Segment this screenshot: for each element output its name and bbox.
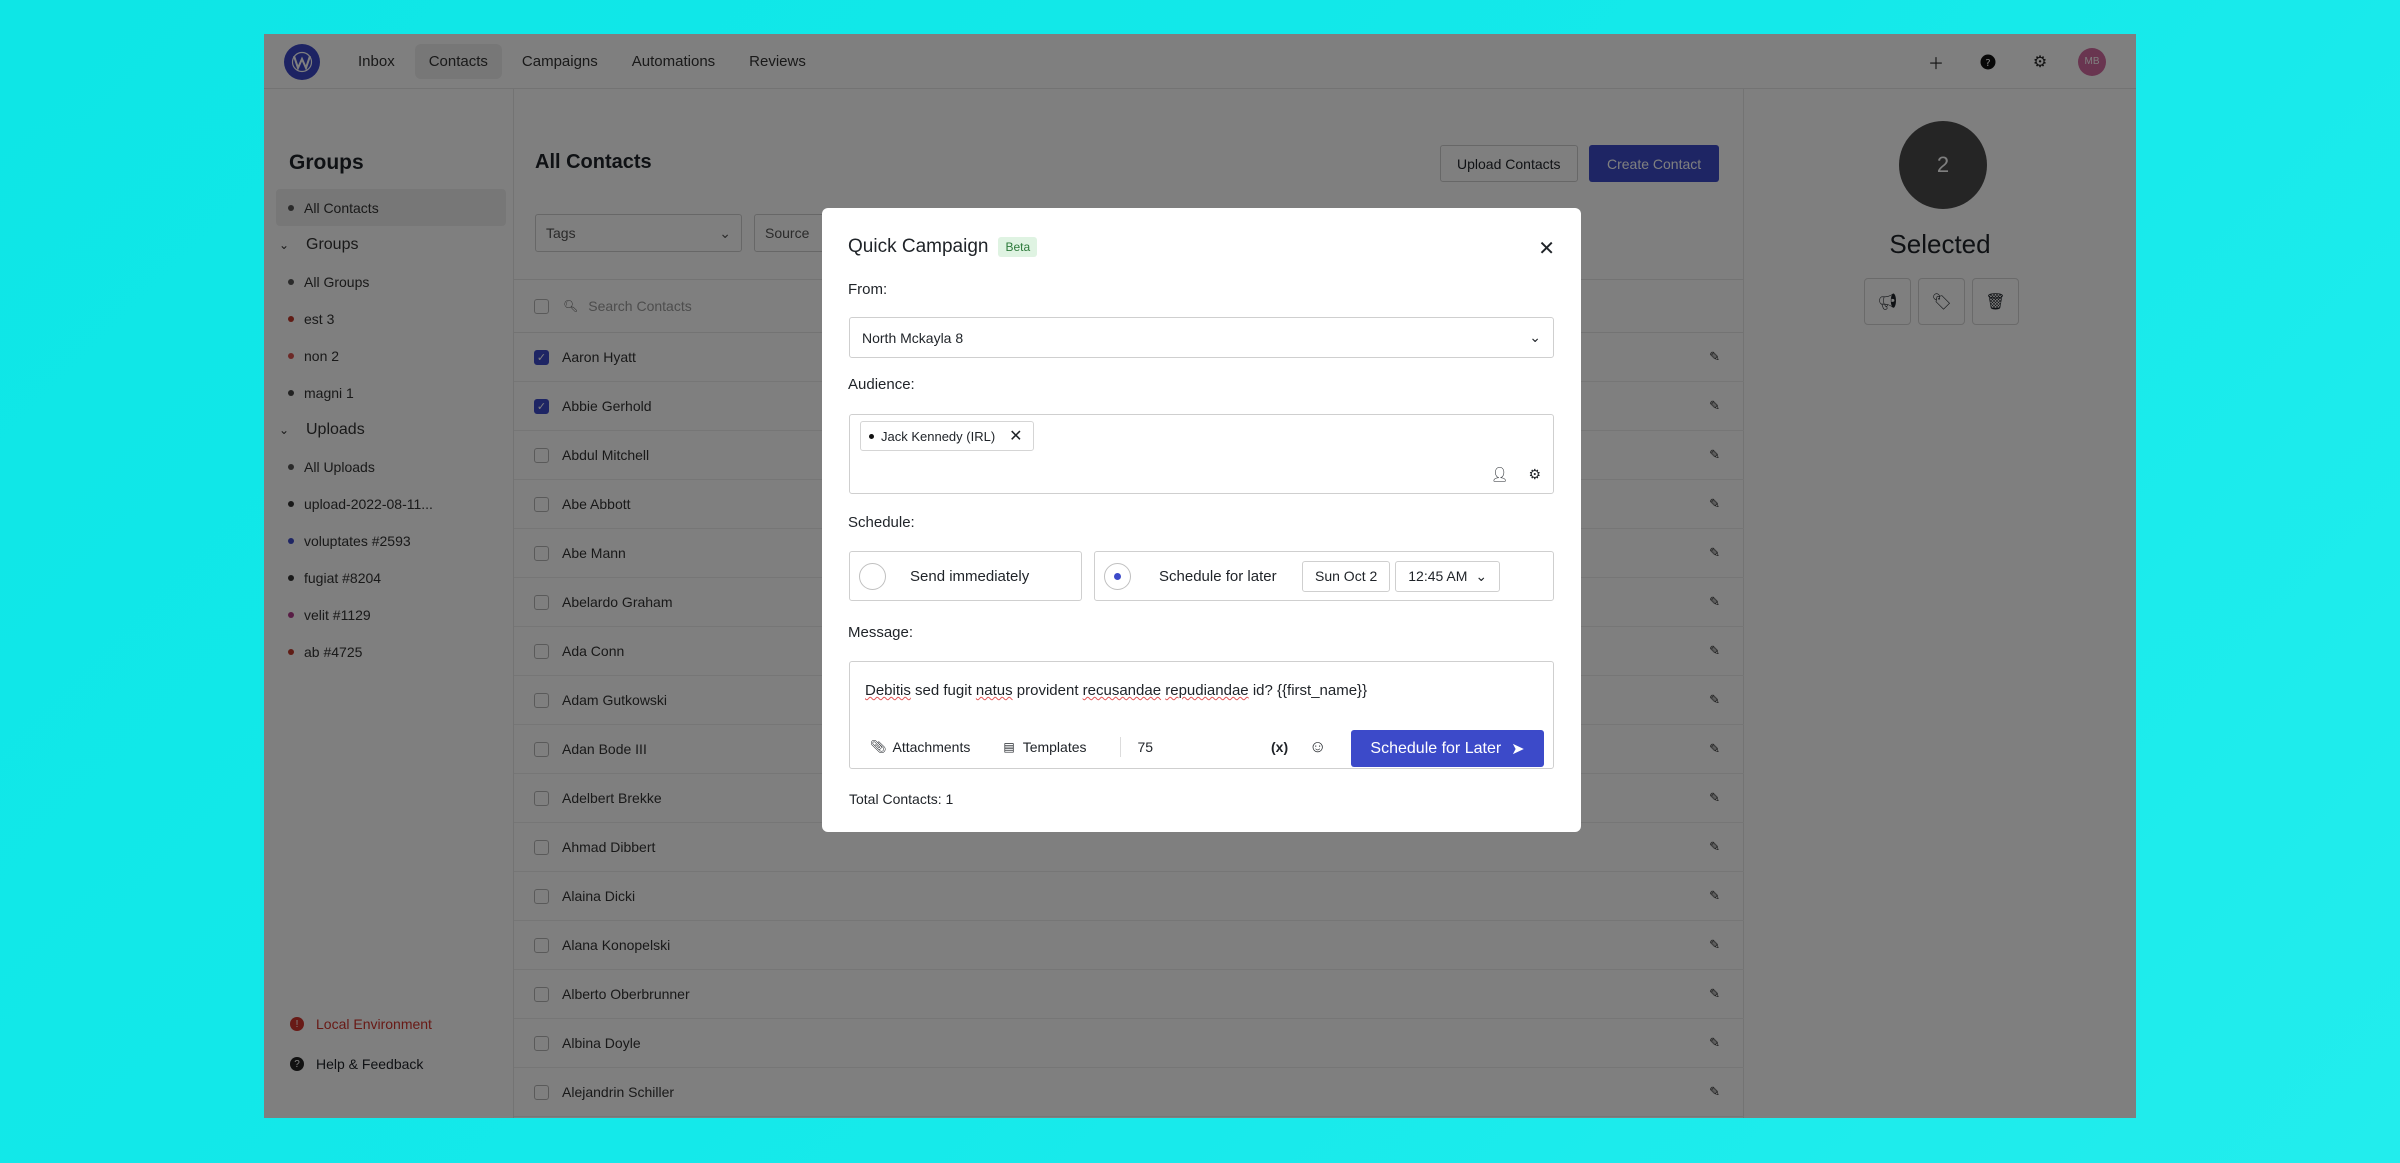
emoji-icon[interactable]: ☺ bbox=[1309, 737, 1326, 757]
from-select-value: North Mckayla 8 bbox=[862, 329, 964, 346]
message-text[interactable]: Debitis sed fugit natus provident recusa… bbox=[865, 682, 1367, 699]
message-label: Message: bbox=[848, 624, 914, 641]
schedule-later-option[interactable]: Schedule for later Sun Oct 2 12:45 AM ⌄ bbox=[1094, 551, 1554, 601]
paperclip-icon: 📎︎ bbox=[870, 739, 887, 754]
message-word: Debitis bbox=[865, 682, 911, 699]
quick-campaign-modal: Quick Campaign Beta ✕ From: North Mckayl… bbox=[822, 208, 1581, 832]
message-word: recusandae bbox=[1082, 682, 1162, 699]
chevron-down-icon: ⌄ bbox=[1475, 567, 1488, 584]
message-editor[interactable]: Debitis sed fugit natus provident recusa… bbox=[849, 661, 1554, 769]
modal-title: Quick Campaign Beta bbox=[848, 236, 1038, 258]
filter-sliders-icon[interactable]: ⚙︎ bbox=[1528, 466, 1541, 483]
schedule-label: Schedule: bbox=[848, 514, 915, 531]
send-button-label: Schedule for Later bbox=[1370, 739, 1502, 757]
schedule-for-later-button[interactable]: Schedule for Later ➤ bbox=[1351, 730, 1544, 767]
schedule-later-radio[interactable] bbox=[1104, 562, 1131, 590]
message-word: sed fugit bbox=[910, 682, 976, 699]
templates-label: Templates bbox=[1022, 739, 1087, 755]
message-word: repudiandae bbox=[1165, 682, 1249, 699]
date-picker[interactable]: Sun Oct 2 bbox=[1302, 560, 1391, 592]
message-toolbar: 📎︎ Attachments ▤ Templates 75 (x) ☺ Sche… bbox=[850, 725, 1553, 769]
message-word: provident bbox=[1012, 682, 1083, 699]
radio-selected-dot bbox=[1114, 572, 1121, 580]
total-contacts: Total Contacts: 1 bbox=[849, 791, 954, 807]
toolbar-divider bbox=[1119, 737, 1121, 757]
from-select[interactable]: North Mckayla 8 ⌄ bbox=[849, 317, 1554, 358]
attachments-button[interactable]: 📎︎ Attachments bbox=[870, 739, 970, 755]
template-icon: ▤ bbox=[1003, 740, 1015, 754]
audience-label: Audience: bbox=[848, 376, 915, 393]
dot-icon bbox=[869, 433, 874, 439]
schedule-later-label: Schedule for later bbox=[1159, 567, 1277, 585]
send-immediately-option[interactable]: Send immediately bbox=[849, 551, 1082, 601]
char-count: 75 bbox=[1137, 739, 1154, 755]
modal-title-text: Quick Campaign bbox=[848, 236, 989, 257]
from-label: From: bbox=[848, 281, 888, 298]
audience-field[interactable]: Jack Kennedy (IRL) ✕ 👤︎ ⚙︎ bbox=[849, 414, 1554, 494]
variable-icon[interactable]: (x) bbox=[1271, 739, 1288, 755]
attachments-label: Attachments bbox=[892, 739, 971, 755]
beta-badge: Beta bbox=[998, 237, 1038, 257]
time-picker[interactable]: 12:45 AM ⌄ bbox=[1395, 560, 1501, 592]
audience-chip-label: Jack Kennedy (IRL) bbox=[881, 428, 996, 444]
send-immediately-radio[interactable] bbox=[859, 562, 886, 590]
audience-chip: Jack Kennedy (IRL) ✕ bbox=[860, 421, 1034, 451]
add-person-icon[interactable]: 👤︎ bbox=[1491, 466, 1509, 483]
audience-actions: 👤︎ ⚙︎ bbox=[1491, 466, 1541, 483]
remove-chip-icon[interactable]: ✕ bbox=[1009, 426, 1022, 446]
templates-button[interactable]: ▤ Templates bbox=[1003, 739, 1086, 755]
send-immediately-label: Send immediately bbox=[910, 567, 1030, 585]
message-word: id? {{first_name}} bbox=[1248, 682, 1368, 699]
chevron-down-icon: ⌄ bbox=[1529, 329, 1541, 345]
message-word: natus bbox=[975, 682, 1013, 699]
time-value: 12:45 AM bbox=[1408, 568, 1468, 584]
close-icon[interactable]: ✕ bbox=[1538, 236, 1555, 261]
send-icon: ➤ bbox=[1511, 740, 1525, 758]
